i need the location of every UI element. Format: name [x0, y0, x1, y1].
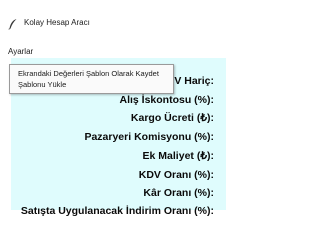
field-label-marketplace-commission: Pazaryeri Komisyonu (%):: [84, 131, 214, 143]
feather-icon: [7, 17, 19, 30]
field-label-purchase-discount: Alış İskontosu (%):: [119, 94, 214, 106]
field-label-vat-excluded: V Hariç:: [174, 75, 214, 87]
menu-item-save-template[interactable]: Ekrandaki Değerleri Şablon Olarak Kaydet: [18, 69, 159, 78]
title-bar[interactable]: Kolay Hesap Aracı: [0, 14, 240, 34]
settings-dropdown-menu: Ekrandaki Değerleri Şablon Olarak Kaydet…: [9, 64, 174, 94]
field-label-extra-cost: Ek Maliyet (₺):: [142, 150, 214, 162]
menu-item-load-template[interactable]: Şablonu Yükle: [18, 80, 66, 89]
field-label-vat-rate: KDV Oranı (%):: [138, 169, 214, 181]
window-title: Kolay Hesap Aracı: [24, 18, 90, 27]
app-window: Kolay Hesap Aracı Ayarlar V Hariç: Alış …: [0, 0, 240, 240]
field-label-shipping-fee: Kargo Ücreti (₺):: [130, 112, 214, 124]
field-label-profit-rate: Kâr Oranı (%):: [143, 187, 214, 199]
menu-settings[interactable]: Ayarlar: [8, 47, 33, 57]
menu-bar: Ayarlar: [0, 46, 240, 58]
field-label-sale-discount-rate: Satışta Uygulanacak İndirim Oranı (%):: [20, 205, 214, 217]
